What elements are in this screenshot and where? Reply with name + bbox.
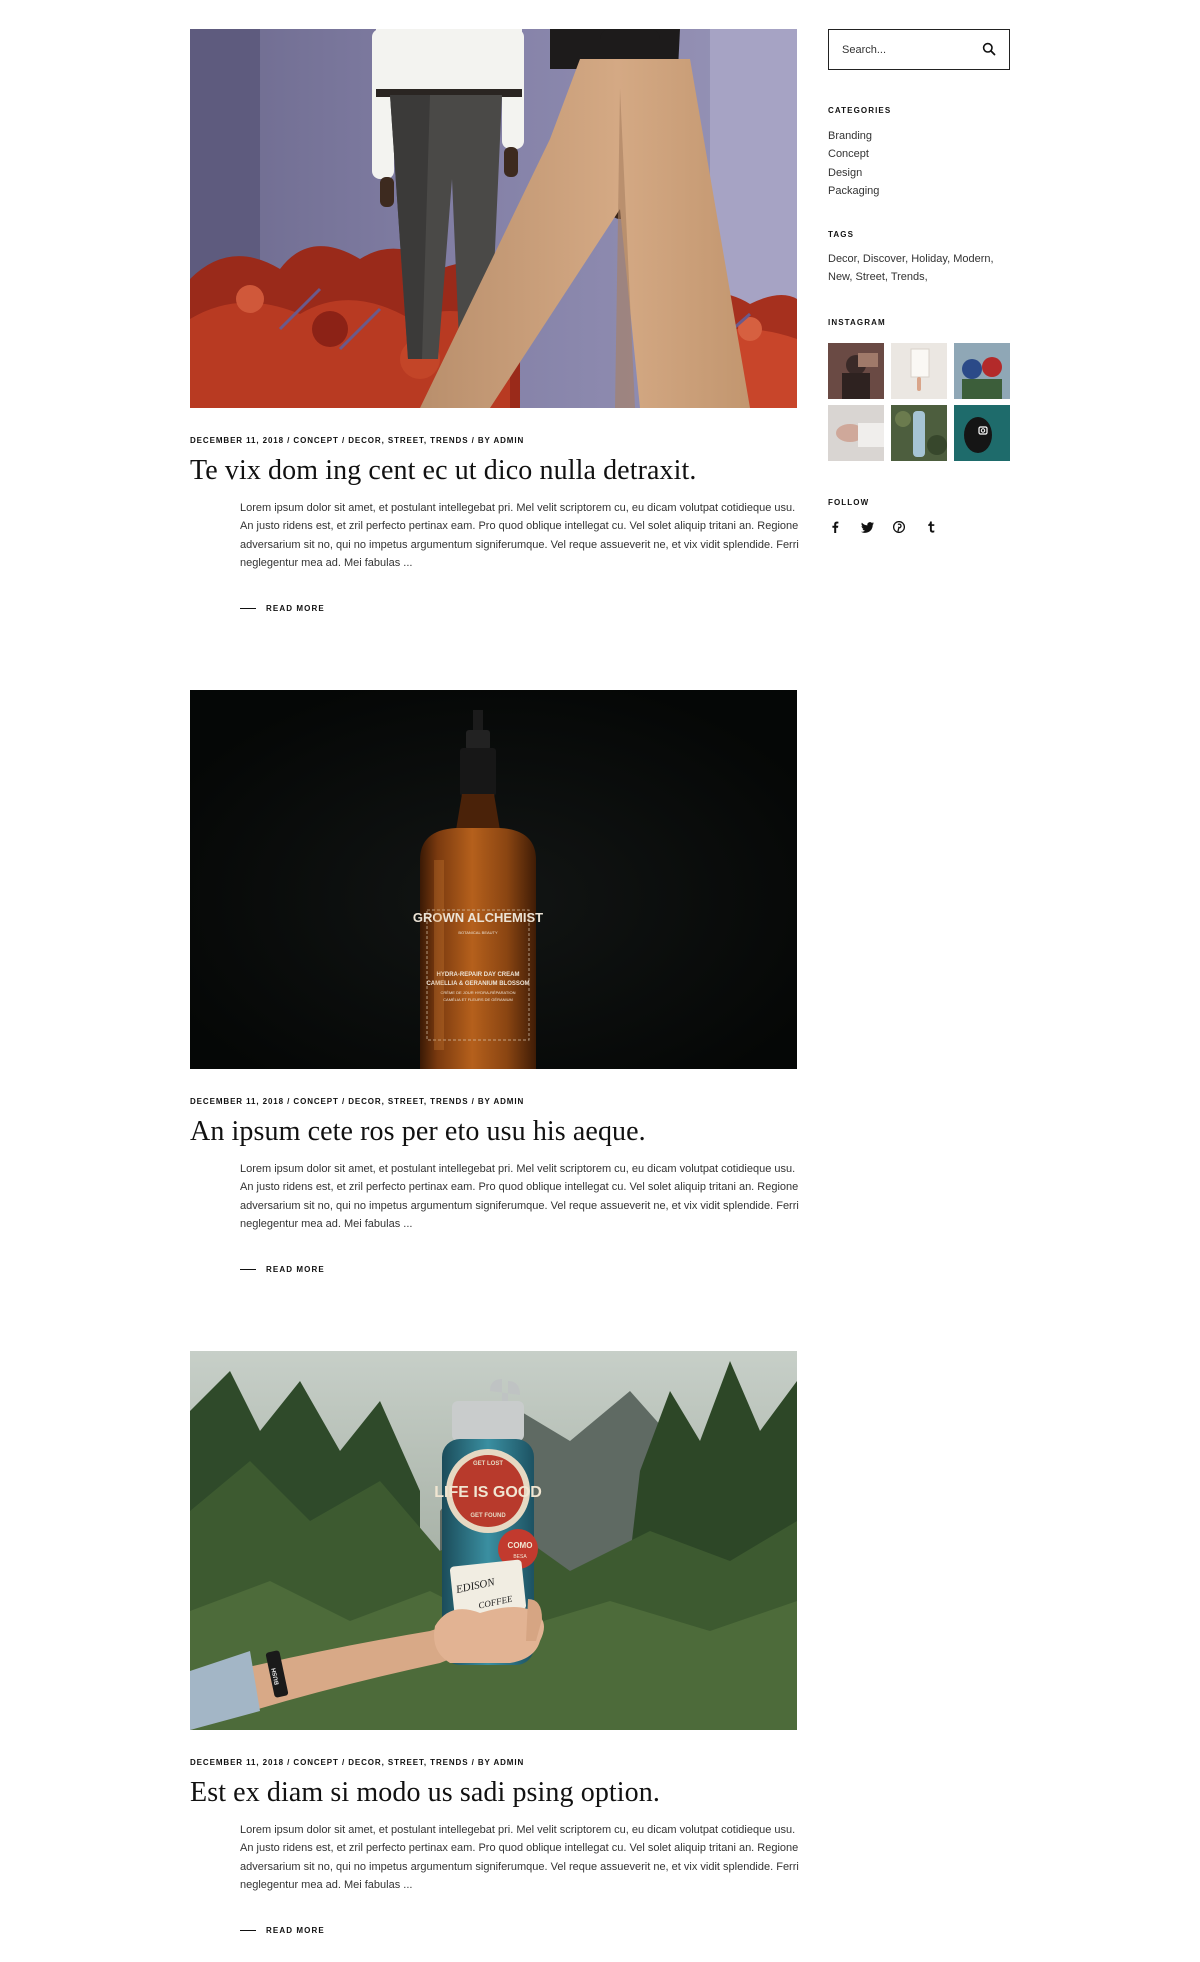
read-more-label: Read More xyxy=(266,1926,325,1935)
tumblr-icon[interactable] xyxy=(924,520,938,534)
post-tag[interactable]: Decor xyxy=(348,436,381,445)
post-image[interactable] xyxy=(190,29,797,408)
instagram-thumb[interactable] xyxy=(954,343,1010,399)
post-tag[interactable]: Trends xyxy=(430,1758,468,1767)
follow-title: Follow xyxy=(828,498,870,507)
category-link-concept[interactable]: Concept xyxy=(828,145,879,163)
bottle-sticker-text: COMO xyxy=(508,1541,533,1550)
post-author[interactable]: Admin xyxy=(493,1097,524,1106)
post-meta: December 11, 2018 / Concept / Decor, Str… xyxy=(190,1097,525,1106)
instagram-grid xyxy=(828,343,1010,461)
category-link-branding[interactable]: Branding xyxy=(828,127,879,145)
post-category[interactable]: Concept xyxy=(293,436,338,445)
instagram-thumb[interactable] xyxy=(891,343,947,399)
post-author-prefix: By xyxy=(477,1758,491,1767)
instagram-thumb[interactable] xyxy=(828,343,884,399)
tag-link[interactable]: Trends xyxy=(891,271,925,283)
bottle-sub-text: BOTANICAL BEAUTY xyxy=(458,930,498,935)
post-title[interactable]: An ipsum cete ros per eto usu his aeque. xyxy=(190,1116,646,1148)
bottle-sticker-text: GET LOST xyxy=(473,1461,503,1467)
post-tag[interactable]: Street xyxy=(388,436,424,445)
category-link-packaging[interactable]: Packaging xyxy=(828,182,879,200)
bottle-sticker-text: BESA xyxy=(513,1554,527,1560)
read-more-link[interactable]: Read More xyxy=(240,1926,325,1935)
instagram-thumb[interactable] xyxy=(954,405,1010,461)
bottle-brand-text: GROWN ALCHEMIST xyxy=(413,910,543,925)
categories-title: Categories xyxy=(828,106,892,115)
tag-link[interactable]: Discover xyxy=(863,253,905,265)
post-author-prefix: By xyxy=(477,1097,491,1106)
post-image[interactable]: BUSH GET LOST LIFE IS GOOD GET FOUND COM… xyxy=(190,1351,797,1730)
read-more-line xyxy=(240,1269,256,1270)
social-icons xyxy=(828,520,956,534)
tag-cloud: Decor, Discover, Holiday, Modern, New, S… xyxy=(828,253,994,284)
post-date: December 11, 2018 xyxy=(190,1097,285,1106)
post-author[interactable]: Admin xyxy=(493,436,524,445)
post-category[interactable]: Concept xyxy=(293,1758,338,1767)
bottle-line-text: CAMÉLIA ET FLEURS DE GÉRANIUM xyxy=(443,997,513,1002)
facebook-icon[interactable] xyxy=(828,520,842,534)
post-date: December 11, 2018 xyxy=(190,436,285,445)
post-meta: December 11, 2018 / Concept / Decor, Str… xyxy=(190,436,525,445)
tags-title: Tags xyxy=(828,230,855,239)
read-more-link[interactable]: Read More xyxy=(240,604,325,613)
post-image[interactable]: GROWN ALCHEMIST BOTANICAL BEAUTY HYDRA-R… xyxy=(190,690,797,1069)
post-tag[interactable]: Street xyxy=(388,1758,424,1767)
read-more-line xyxy=(240,1930,256,1931)
search-box xyxy=(828,29,1010,70)
categories-list: Branding Concept Design Packaging xyxy=(828,127,879,201)
post-date: December 11, 2018 xyxy=(190,1758,285,1767)
read-more-link[interactable]: Read More xyxy=(240,1265,325,1274)
post-title[interactable]: Est ex diam si modo us sadi psing option… xyxy=(190,1777,660,1809)
post-title[interactable]: Te vix dom ing cent ec ut dico nulla det… xyxy=(190,455,697,487)
read-more-line xyxy=(240,608,256,609)
instagram-title: Instagram xyxy=(828,318,886,327)
post-tag[interactable]: Trends xyxy=(430,436,468,445)
post-excerpt: Lorem ipsum dolor sit amet, et postulant… xyxy=(240,502,799,569)
search-input[interactable] xyxy=(829,43,969,56)
pinterest-icon[interactable] xyxy=(892,520,906,534)
read-more-label: Read More xyxy=(266,604,325,613)
post-tag[interactable]: Decor xyxy=(348,1097,381,1106)
post-category[interactable]: Concept xyxy=(293,1097,338,1106)
post-excerpt: Lorem ipsum dolor sit amet, et postulant… xyxy=(240,1824,799,1891)
search-icon[interactable] xyxy=(982,42,996,56)
post-author-prefix: By xyxy=(477,436,491,445)
bottle-line-text: CRÈME DE JOUR HYDRA-RÉPARATION xyxy=(441,990,516,995)
post-meta: December 11, 2018 / Concept / Decor, Str… xyxy=(190,1758,525,1767)
category-link-design[interactable]: Design xyxy=(828,164,879,182)
tag-link[interactable]: Decor xyxy=(828,253,857,265)
tag-link[interactable]: New xyxy=(828,271,849,283)
twitter-icon[interactable] xyxy=(860,520,874,534)
post-tag[interactable]: Decor xyxy=(348,1758,381,1767)
bottle-sticker-text: LIFE IS GOOD xyxy=(434,1484,542,1501)
post-tag[interactable]: Trends xyxy=(430,1097,468,1106)
post-tag[interactable]: Street xyxy=(388,1097,424,1106)
post-excerpt: Lorem ipsum dolor sit amet, et postulant… xyxy=(240,1163,799,1230)
instagram-thumb[interactable] xyxy=(891,405,947,461)
read-more-label: Read More xyxy=(266,1265,325,1274)
tag-link[interactable]: Street xyxy=(856,271,885,283)
post-author[interactable]: Admin xyxy=(493,1758,524,1767)
tag-link[interactable]: Modern xyxy=(953,253,990,265)
bottle-sticker-text: GET FOUND xyxy=(470,1513,506,1519)
tag-link[interactable]: Holiday xyxy=(911,253,947,265)
bottle-line-text: HYDRA-REPAIR DAY CREAM xyxy=(437,972,520,978)
instagram-thumb[interactable] xyxy=(828,405,884,461)
